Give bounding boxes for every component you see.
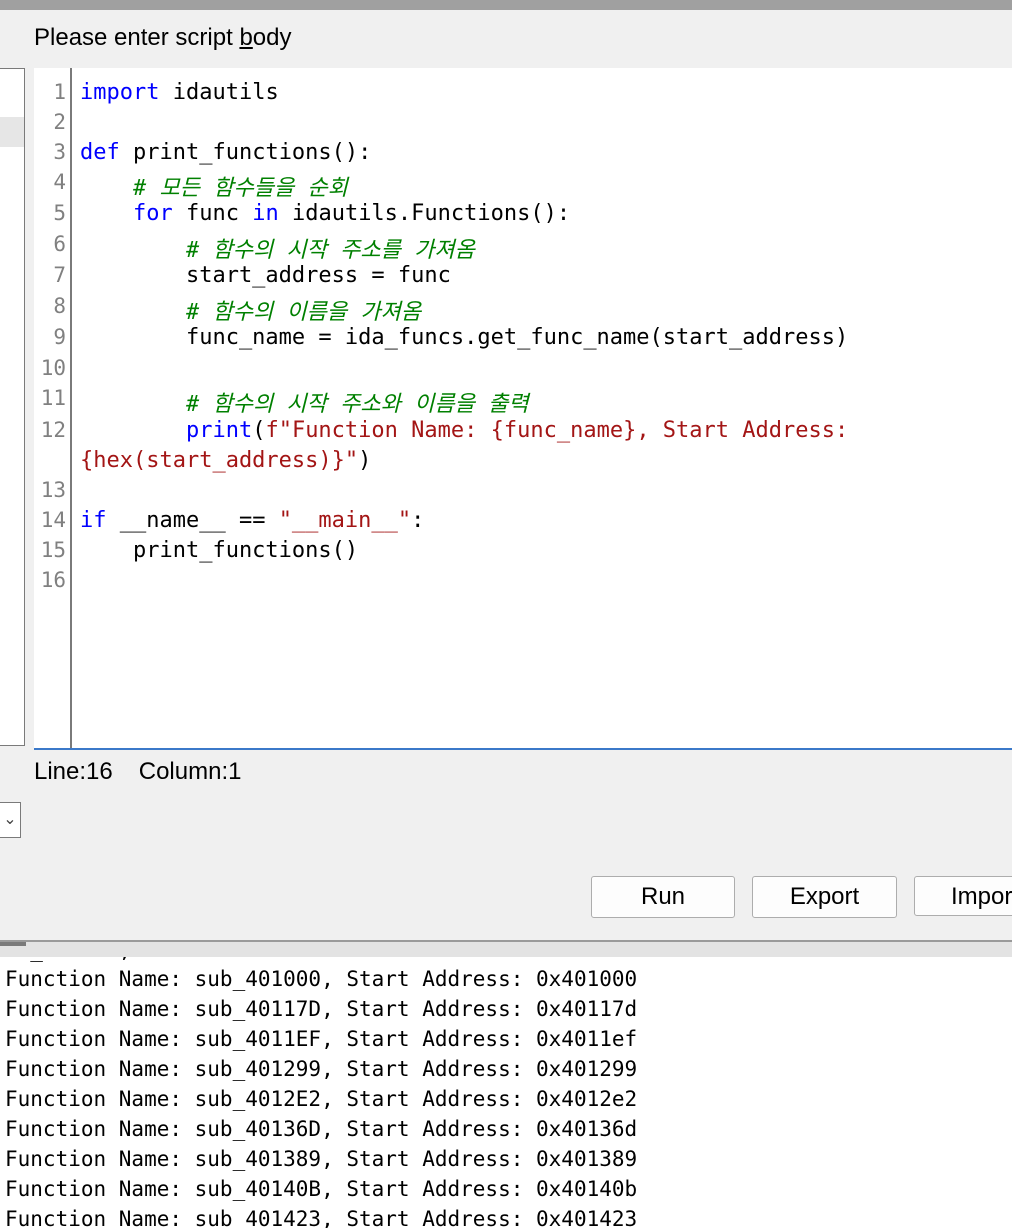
cursor-status: Line:16 Column:1: [34, 758, 267, 786]
line-number: 14: [40, 508, 66, 532]
keyword-token: for: [132, 201, 173, 226]
line-number: 16: [40, 568, 66, 592]
prompt-label-end: ody: [252, 24, 292, 51]
output-line: Function Name: sub_401423, Start Address…: [5, 1207, 638, 1228]
output-window[interactable]: _ , Function Name: sub_401000, Start Add…: [0, 957, 1012, 1228]
chevron-down-icon: ⌄: [3, 811, 17, 828]
line-number: 3: [53, 140, 66, 164]
code-line: print_functions(): [80, 538, 359, 563]
code-token: (: [252, 418, 266, 443]
keyword-token: if: [80, 508, 107, 533]
code-line: print(f"Function Name: {func_name}, Star…: [80, 418, 848, 443]
string-token: f"Function Name: {func_name}, Start Addr…: [265, 418, 849, 443]
script-dialog: Please enter script body 1 2 3 4 5 6 7 8…: [0, 10, 1012, 940]
column-indicator: Column:1: [138, 758, 242, 785]
output-line: Function Name: sub_401389, Start Address…: [5, 1147, 638, 1171]
code-line-wrapped: {hex(start_address)}"): [80, 448, 371, 473]
string-token: "__main__": [278, 508, 412, 533]
script-list-selected-item[interactable]: [0, 117, 24, 147]
output-line: Function Name: sub_40140B, Start Address…: [5, 1177, 638, 1201]
string-token: {hex(start_address)}": [80, 448, 359, 473]
keyword-token: def: [80, 140, 120, 165]
code-token: :: [411, 508, 425, 533]
code-line: # 모든 함수들을 순회: [80, 170, 348, 202]
output-line: _ ,: [5, 957, 131, 962]
window-top-strip: [0, 0, 1012, 10]
script-editor[interactable]: 1 2 3 4 5 6 7 8 9 10 11 12 13 14 15 16 i…: [34, 68, 1012, 750]
output-line: Function Name: sub_4011EF, Start Address…: [5, 1027, 638, 1051]
comment-token: # 함수의 이름을 가져옴: [185, 300, 422, 325]
prompt-label: Please enter script body: [34, 24, 292, 52]
code-line: for func in idautils.Functions():: [80, 201, 570, 226]
language-dropdown[interactable]: ⌄: [0, 802, 21, 838]
output-line: Function Name: sub_401299, Start Address…: [5, 1057, 638, 1081]
code-line: # 함수의 이름을 가져옴: [80, 294, 421, 326]
line-number: 11: [40, 386, 66, 410]
code-line: import idautils: [80, 80, 279, 105]
line-number: 2: [53, 110, 66, 134]
code-token: __name__ ==: [106, 508, 279, 533]
line-number: 1: [53, 80, 66, 104]
line-number: 10: [40, 356, 66, 380]
comment-token: # 함수의 시작 주소를 가져옴: [185, 238, 475, 263]
keyword-token: in: [252, 201, 279, 226]
splitter-handle[interactable]: [0, 942, 26, 946]
comment-token: # 함수의 시작 주소와 이름을 출력: [185, 392, 529, 417]
line-number: 4: [53, 170, 66, 194]
code-line: # 함수의 시작 주소와 이름을 출력: [80, 386, 529, 418]
line-number: 6: [53, 232, 66, 256]
line-number: 13: [40, 478, 66, 502]
code-line: start_address = func: [80, 263, 451, 288]
script-list-pane[interactable]: [0, 68, 25, 746]
line-indicator: Line:16: [34, 758, 113, 785]
line-number: 5: [53, 201, 66, 225]
line-number: 12: [40, 418, 66, 442]
run-button[interactable]: Run: [591, 876, 735, 918]
code-line: if __name__ == "__main__":: [80, 508, 424, 533]
code-line: # 함수의 시작 주소를 가져옴: [80, 232, 475, 264]
line-number: 9: [53, 325, 66, 349]
code-token: print_functions():: [119, 140, 372, 165]
code-token: idautils: [159, 80, 279, 105]
export-button[interactable]: Export: [752, 876, 897, 918]
prompt-label-start: Please enter script: [34, 24, 240, 51]
comment-token: # 모든 함수들을 순회: [132, 176, 348, 201]
output-line: Function Name: sub_40136D, Start Address…: [5, 1117, 638, 1141]
output-line: Function Name: sub_4012E2, Start Address…: [5, 1087, 638, 1111]
line-number: 15: [40, 538, 66, 562]
code-area[interactable]: import idautils def print_functions(): #…: [80, 68, 1012, 748]
code-line: func_name = ida_funcs.get_func_name(star…: [80, 325, 849, 350]
output-line: Function Name: sub_401000, Start Address…: [5, 967, 638, 991]
prompt-label-accesskey: b: [239, 24, 253, 51]
keyword-token: print: [185, 418, 253, 443]
code-line: def print_functions():: [80, 140, 371, 165]
keyword-token: import: [80, 80, 160, 105]
output-line: Function Name: sub_40117D, Start Address…: [5, 997, 638, 1021]
line-number-gutter: 1 2 3 4 5 6 7 8 9 10 11 12 13 14 15 16: [34, 68, 72, 748]
code-token: func: [172, 201, 253, 226]
code-token: ): [358, 448, 372, 473]
code-token: idautils.Functions():: [278, 201, 571, 226]
line-number: 8: [53, 294, 66, 318]
line-number: 7: [53, 263, 66, 287]
import-button[interactable]: Import: [914, 876, 1012, 916]
